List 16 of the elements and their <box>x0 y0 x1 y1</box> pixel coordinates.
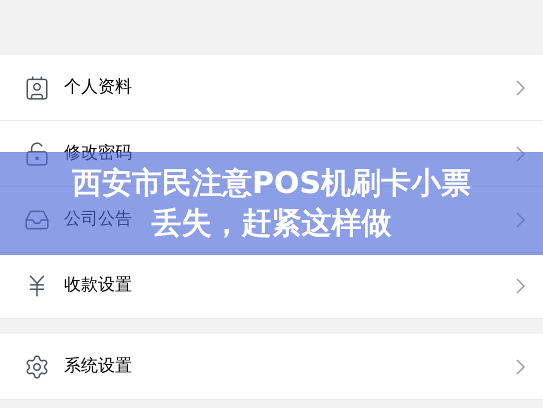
banner-title-line: 丢失，赶紧这样做 <box>152 204 392 242</box>
row-label: 收款设置 <box>64 274 132 297</box>
chevron-icon <box>516 358 525 374</box>
chevron-icon <box>516 80 525 96</box>
person-card-icon <box>24 74 50 100</box>
chevron-icon <box>516 146 525 162</box>
lock-icon <box>24 140 50 166</box>
row-label: 个人资料 <box>64 76 132 99</box>
chevron-icon <box>516 212 525 228</box>
settings-row[interactable]: 系统设置 <box>0 334 543 400</box>
row-label: 系统设置 <box>64 354 132 378</box>
settings-icon <box>24 354 50 380</box>
row-label: 公司公告 <box>64 208 132 231</box>
settings-row[interactable]: 个人资料 <box>0 55 543 121</box>
settings-row[interactable]: 收款设置 <box>0 253 543 319</box>
chevron-icon <box>516 278 525 294</box>
